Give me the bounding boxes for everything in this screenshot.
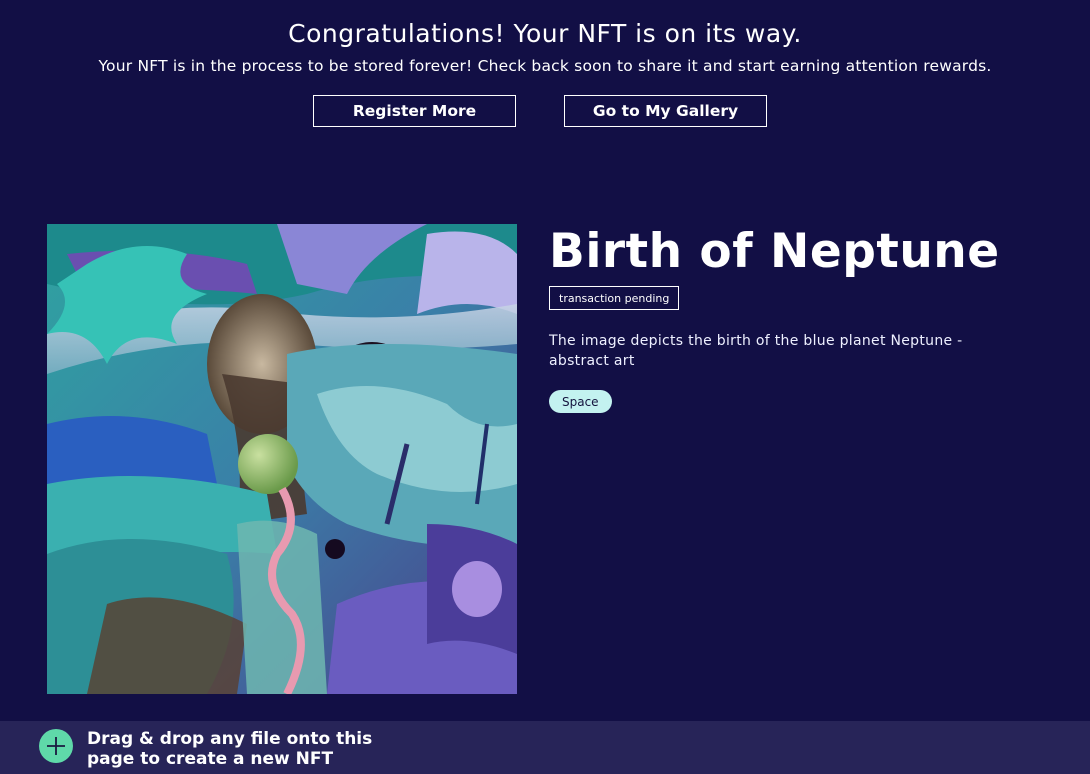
register-more-button[interactable]: Register More [313, 95, 516, 127]
nft-description: The image depicts the birth of the blue … [549, 333, 963, 369]
nft-title: Birth of Neptune [549, 224, 1000, 279]
banner-title: Congratulations! Your NFT is on its way. [288, 19, 802, 48]
dropzone-text: Drag & drop any file onto this page to c… [87, 729, 373, 769]
tag-space[interactable]: Space [549, 390, 612, 413]
go-to-gallery-button[interactable]: Go to My Gallery [564, 95, 767, 127]
plus-icon[interactable] [39, 729, 73, 763]
nft-artwork-image [47, 224, 517, 694]
banner-subtitle: Your NFT is in the process to be stored … [98, 57, 992, 75]
transaction-status-badge: transaction pending [549, 286, 680, 310]
